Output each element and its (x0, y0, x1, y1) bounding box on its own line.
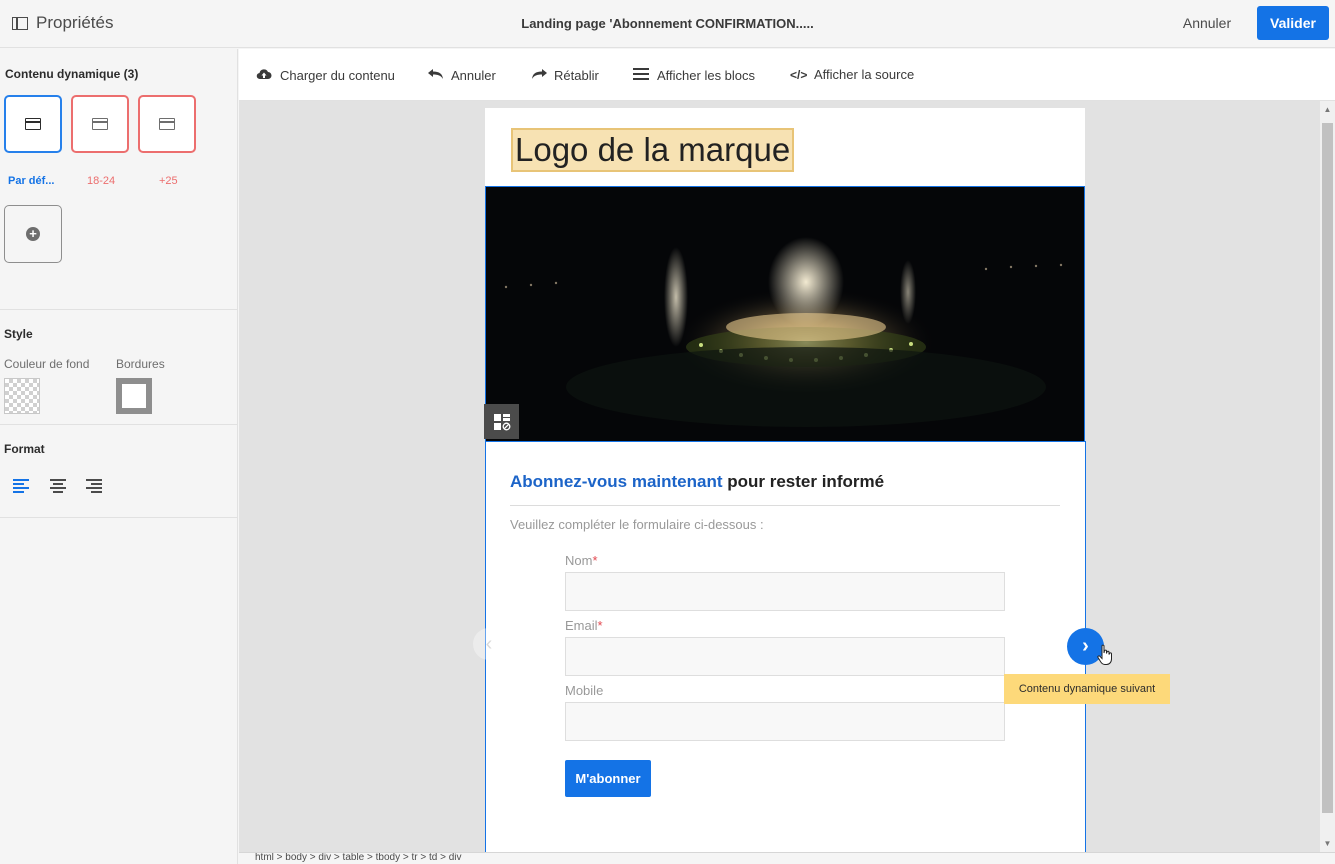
subscription-block[interactable]: Abonnez-vous maintenant pour rester info… (485, 441, 1086, 852)
dynamic-content-icon (493, 413, 510, 430)
redo-icon (530, 67, 547, 83)
cloud-upload-icon (256, 67, 272, 83)
fountain-night-image (486, 187, 1084, 442)
previous-content-button[interactable]: ‹ (473, 628, 505, 660)
canvas-scrollbar[interactable]: ▲ ▼ (1320, 101, 1335, 852)
properties-toggle[interactable]: Propriétés (12, 13, 113, 33)
name-label: Nom* (565, 553, 598, 568)
show-blocks-button[interactable]: Afficher les blocs (633, 67, 755, 83)
mobile-input[interactable] (565, 702, 1005, 741)
form-intro: Veuillez compléter le formulaire ci-dess… (510, 517, 764, 532)
scroll-up-icon[interactable]: ▲ (1323, 105, 1332, 114)
window-icon (159, 118, 175, 130)
editor-canvas: Logo de la marque Abonnez-vous maintenan… (239, 101, 1320, 852)
divider (0, 517, 237, 518)
variant-tile-default[interactable] (4, 95, 62, 153)
email-label: Email* (565, 618, 603, 633)
style-title: Style (4, 327, 33, 341)
validate-button[interactable]: Valider (1257, 6, 1329, 40)
name-label-text: Nom (565, 553, 593, 568)
required-marker: * (592, 553, 598, 568)
variant-tile-18-24[interactable] (71, 95, 129, 153)
load-content-label: Charger du contenu (280, 67, 395, 83)
undo-button[interactable]: Annuler (427, 67, 496, 83)
align-left-icon[interactable] (13, 479, 29, 493)
required-marker: * (597, 618, 603, 633)
email-input[interactable] (565, 637, 1005, 676)
redo-label: Rétablir (554, 67, 599, 83)
page-headline: Abonnez-vous maintenant pour rester info… (510, 472, 884, 492)
show-source-label: Afficher la source (814, 67, 915, 82)
document-title: Landing page 'Abonnement CONFIRMATION...… (521, 16, 814, 31)
add-variant-button[interactable]: + (4, 205, 62, 263)
chevron-right-icon: › (1082, 635, 1089, 657)
blocks-icon (633, 67, 649, 83)
undo-label: Annuler (451, 67, 496, 83)
borders-label: Bordures (116, 357, 165, 371)
window-icon (92, 118, 108, 130)
borders-swatch[interactable] (116, 378, 152, 414)
variant-tile-25[interactable] (138, 95, 196, 153)
align-right-icon[interactable] (86, 479, 102, 493)
code-icon: </> (790, 67, 808, 82)
next-content-tooltip: Contenu dynamique suivant (1004, 674, 1170, 704)
format-title: Format (4, 442, 45, 456)
align-center-icon[interactable] (50, 479, 66, 493)
dynamic-content-badge[interactable] (484, 404, 519, 439)
hero-image[interactable] (485, 186, 1085, 442)
background-color-label: Couleur de fond (4, 357, 90, 371)
element-path-bar: html > body > div > table > tbody > tr >… (239, 852, 1335, 864)
scrollbar-thumb[interactable] (1322, 123, 1333, 813)
headline-rest: pour rester informé (722, 472, 885, 491)
load-content-button[interactable]: Charger du contenu (256, 67, 395, 83)
scroll-down-icon[interactable]: ▼ (1323, 839, 1332, 848)
window-icon (25, 118, 41, 130)
properties-panel: Contenu dynamique (3) Par déf... 18-24 +… (0, 49, 238, 864)
cancel-button[interactable]: Annuler (1172, 8, 1242, 38)
variant-label-18-24[interactable]: 18-24 (87, 175, 115, 187)
plus-circle-icon: + (26, 227, 40, 241)
redo-button[interactable]: Rétablir (530, 67, 599, 83)
variant-label-25[interactable]: +25 (159, 175, 178, 187)
top-bar: Propriétés Landing page 'Abonnement CONF… (0, 0, 1335, 48)
name-input[interactable] (565, 572, 1005, 611)
email-label-text: Email (565, 618, 598, 633)
mobile-label-text: Mobile (565, 683, 604, 698)
brand-logo-placeholder[interactable]: Logo de la marque (511, 128, 794, 172)
chevron-left-icon: ‹ (485, 633, 493, 655)
element-path[interactable]: html > body > div > table > tbody > tr >… (255, 853, 462, 863)
background-color-swatch[interactable] (4, 378, 40, 414)
variant-label-default[interactable]: Par déf... (8, 175, 54, 187)
landing-page: Logo de la marque Abonnez-vous maintenan… (484, 108, 1086, 852)
undo-icon (427, 67, 443, 83)
divider (0, 309, 237, 310)
divider (0, 424, 237, 425)
properties-title: Propriétés (36, 13, 114, 32)
subscribe-button[interactable]: M'abonner (565, 760, 651, 797)
show-blocks-label: Afficher les blocs (657, 67, 756, 83)
dynamic-content-title: Contenu dynamique (3) (5, 67, 139, 81)
panel-toggle-icon (12, 16, 28, 30)
headline-highlight: Abonnez-vous maintenant (510, 472, 723, 491)
hand-cursor-icon (1097, 644, 1115, 672)
divider (510, 505, 1060, 506)
show-source-button[interactable]: </> Afficher la source (790, 67, 914, 82)
mobile-label: Mobile (565, 683, 603, 698)
editor-toolbar: Charger du contenu Annuler Rétablir Affi… (239, 49, 1335, 101)
